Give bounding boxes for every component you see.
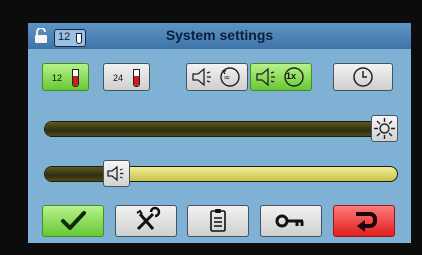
log-button[interactable]: [187, 205, 249, 237]
brightness-slider-thumb[interactable]: [371, 115, 398, 142]
test-tube-icon: [133, 69, 140, 87]
brightness-slider[interactable]: [44, 121, 398, 137]
repeat-once-badge: 1x: [286, 71, 297, 81]
tube-24-button[interactable]: 24: [103, 63, 150, 91]
sound-repeat-once-button[interactable]: 1x: [250, 63, 312, 91]
clock-icon: [353, 67, 373, 87]
tube-12-label: 12: [52, 73, 63, 83]
tools-icon: [136, 206, 161, 231]
speaker-repeat-icon: ∞: [192, 67, 240, 87]
test-tube-icon: [72, 69, 79, 87]
tube-12-button[interactable]: 12: [42, 63, 89, 91]
title-bar: 12 System settings: [28, 23, 411, 49]
volume-slider[interactable]: [44, 166, 398, 182]
return-arrow-icon: [356, 212, 377, 232]
clipboard-icon: [210, 209, 226, 232]
svg-text:∞: ∞: [224, 73, 231, 82]
device-screen: 12 System settings 12 24 ∞ 1x: [28, 23, 411, 243]
key-icon: [275, 214, 304, 228]
speaker-icon: [107, 165, 124, 182]
confirm-button[interactable]: [42, 205, 104, 237]
tools-button[interactable]: [115, 205, 177, 237]
clock-button[interactable]: [333, 63, 393, 91]
brightness-slider-fill: [45, 122, 386, 136]
password-button[interactable]: [260, 205, 322, 237]
page-title: System settings: [165, 27, 274, 43]
sound-repeat-button[interactable]: ∞: [186, 63, 248, 91]
tube-24-label: 24: [113, 73, 124, 83]
speaker-repeat-once-icon: [256, 67, 304, 87]
checkmark-icon: [61, 211, 86, 230]
back-button[interactable]: [333, 205, 395, 237]
volume-slider-thumb[interactable]: [102, 160, 130, 187]
sun-icon: [374, 118, 395, 139]
